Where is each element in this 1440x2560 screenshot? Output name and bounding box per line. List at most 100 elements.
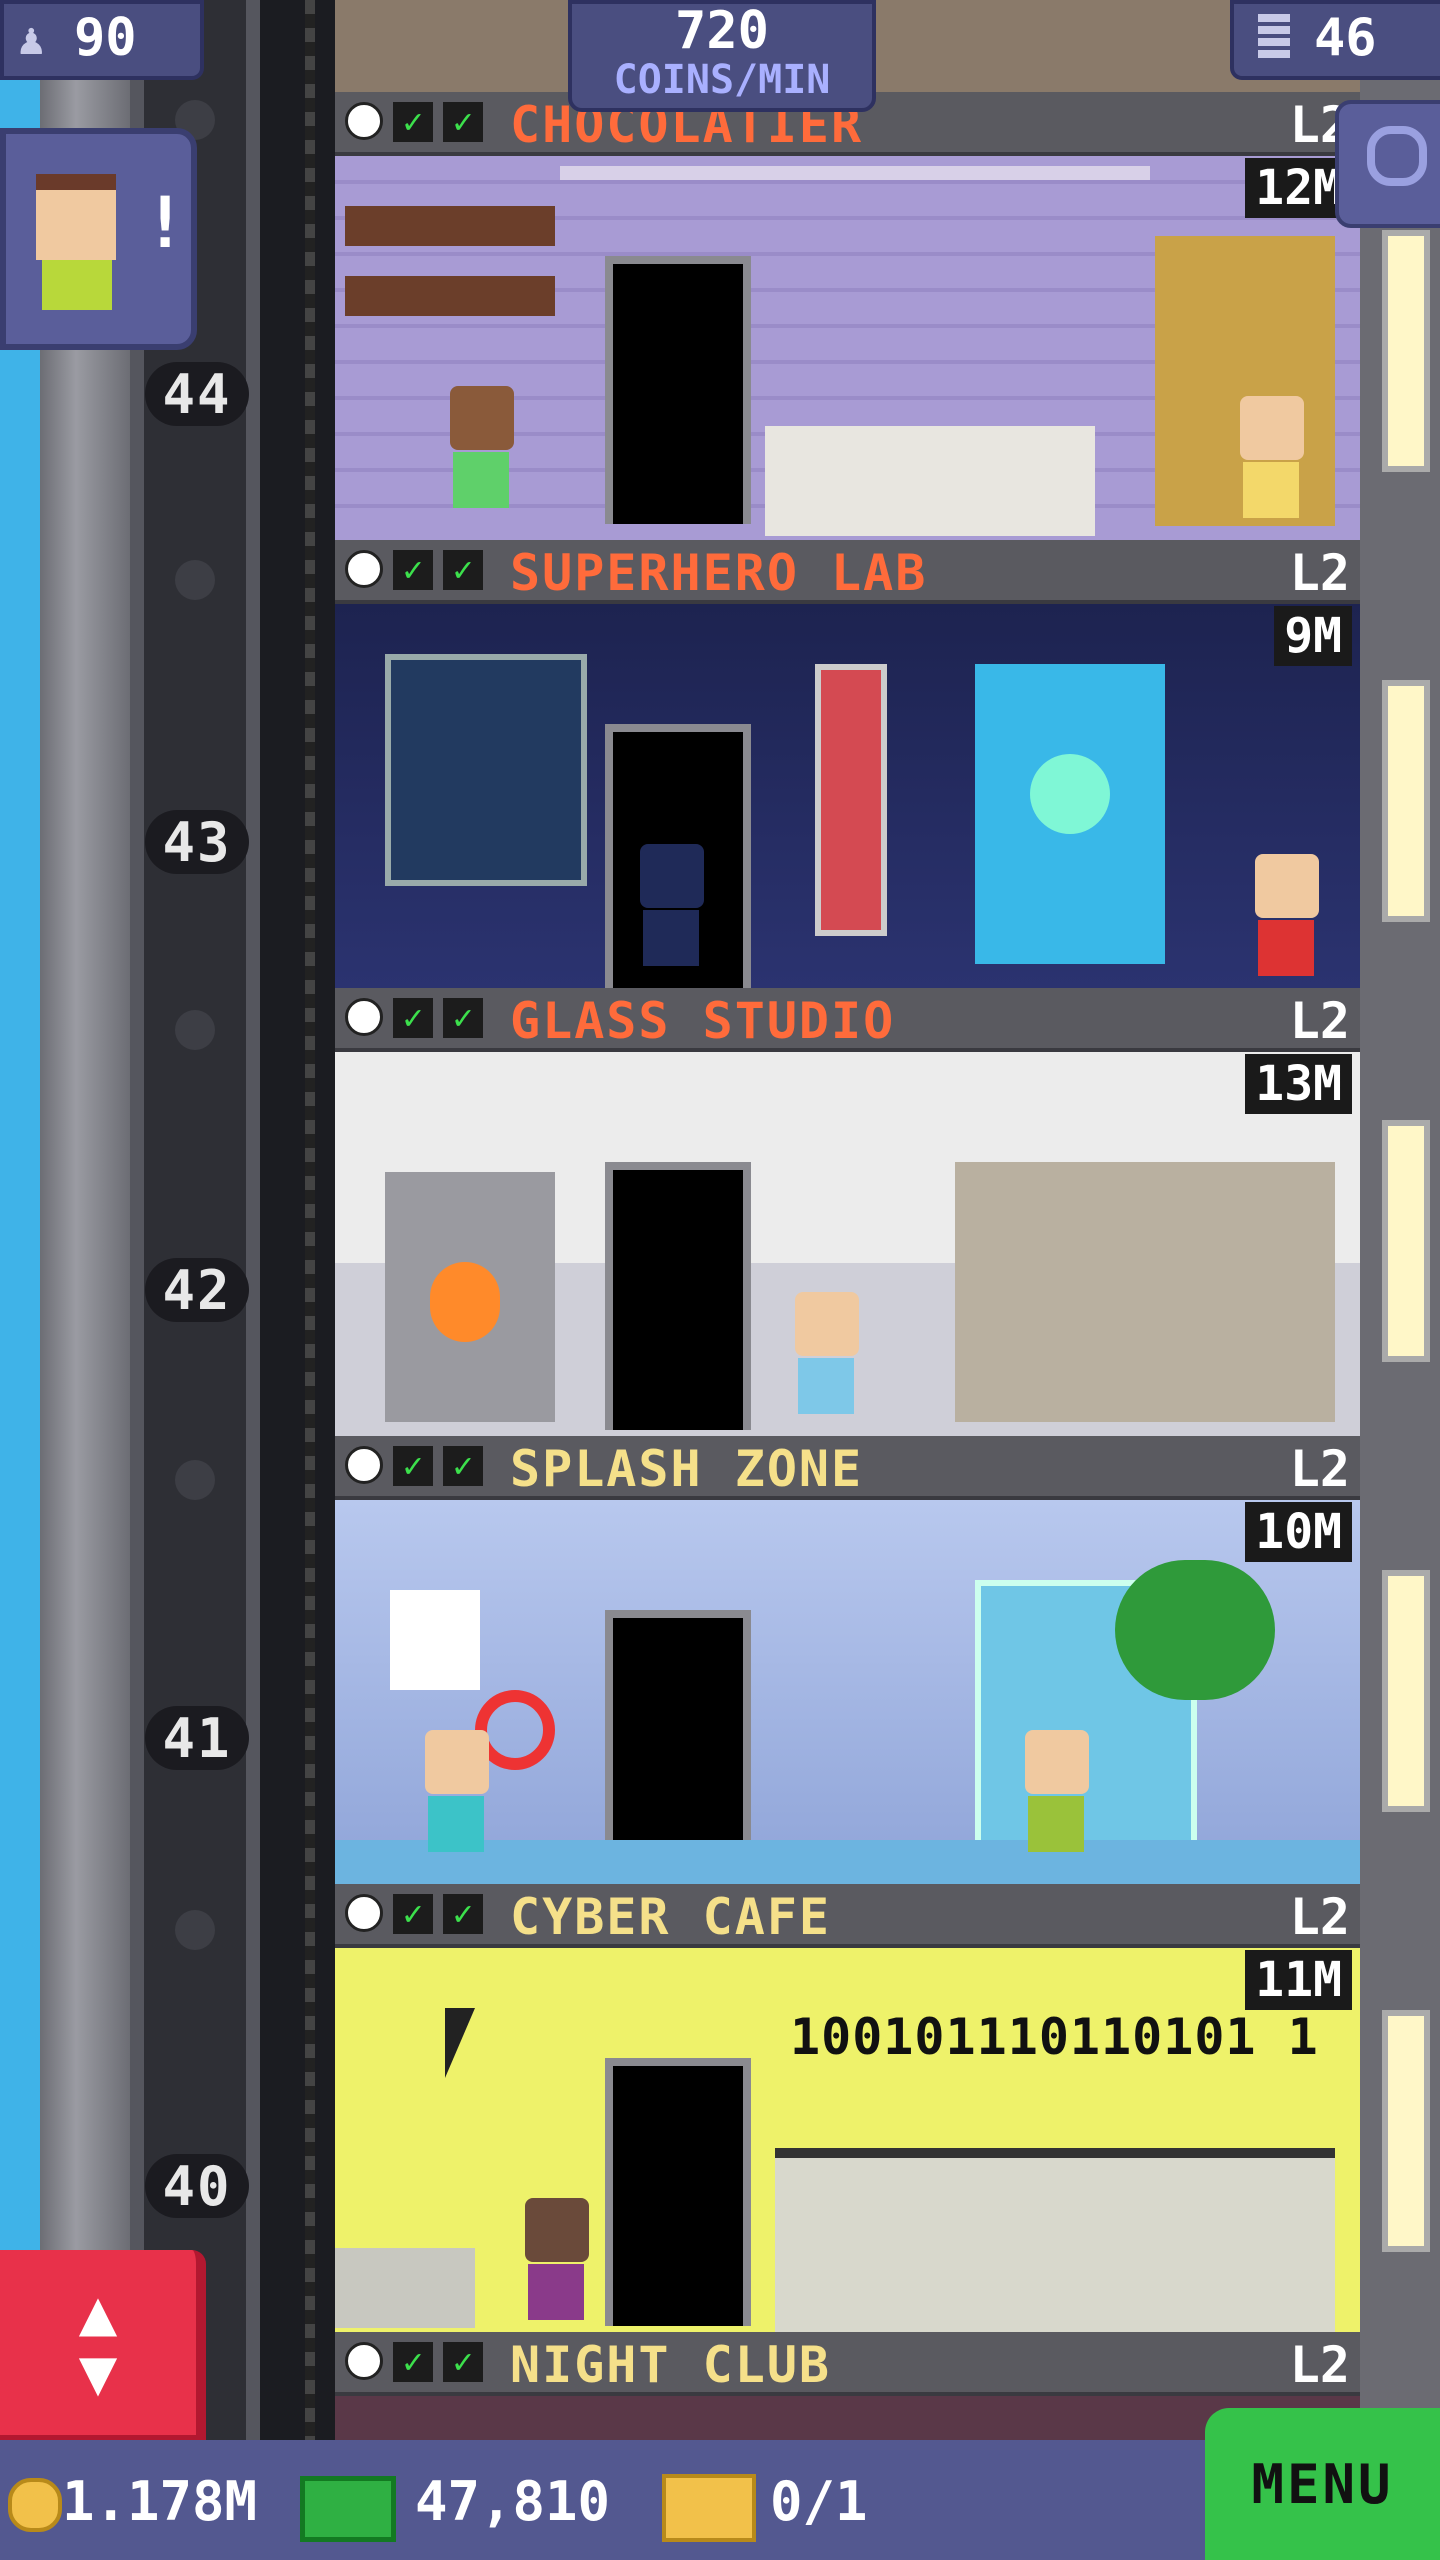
bux-icon	[300, 2476, 396, 2542]
building-icon	[1258, 14, 1290, 62]
menu-button[interactable]: MENU	[1205, 2408, 1440, 2560]
check-icon: ✓	[443, 998, 483, 1038]
floor-level: L2	[1289, 992, 1350, 1050]
room-interior: 100101110110101 1	[335, 1948, 1360, 2332]
shelf	[345, 276, 555, 316]
room-interior	[335, 1500, 1360, 1884]
check-icon: ✓	[443, 2342, 483, 2382]
floor-title-bar: ✓ ✓ GLASS STUDIO L2	[335, 988, 1360, 1052]
window	[1382, 1120, 1430, 1362]
visitor-alert-button[interactable]: !	[0, 128, 197, 350]
floor-superhero-lab[interactable]: ✓ ✓ SUPERHERO LAB L2 9M	[335, 540, 1360, 988]
room-interior	[335, 604, 1360, 988]
floor-cyber-cafe[interactable]: ✓ ✓ CYBER CAFE L2 100101110110101 1 11M	[335, 1884, 1360, 2332]
floor-name: CYBER CAFE	[510, 1888, 832, 1946]
room-door	[605, 1162, 751, 1430]
floor-number-41: 41	[145, 1706, 249, 1770]
pool-water	[335, 1840, 1360, 1884]
cursor-icon	[445, 2008, 475, 2078]
clock-icon	[345, 1894, 383, 1932]
shaft-gear	[175, 1910, 215, 1950]
floors-count: 46	[1314, 8, 1377, 68]
computer-desk	[775, 2148, 1335, 2332]
notice-board	[390, 1590, 480, 1690]
floor-title-bar: ✓ ✓ NIGHT CLUB L2	[335, 2332, 1360, 2396]
floor-earnings: 10M	[1245, 1502, 1352, 1562]
floor-splash-zone[interactable]: ✓ ✓ SPLASH ZONE L2 10M	[335, 1436, 1360, 1884]
floor-name: NIGHT CLUB	[510, 2336, 832, 2394]
floor-number-44: 44	[145, 362, 249, 426]
search-button[interactable]	[1335, 100, 1440, 228]
clock-icon	[345, 102, 383, 140]
hologram-emblem	[1030, 754, 1110, 834]
check-icon: ✓	[443, 102, 483, 142]
population-pill[interactable]: ♟ 90	[0, 0, 204, 80]
magnifier-icon	[1367, 126, 1427, 186]
pipe	[560, 166, 1150, 180]
floor-title-bar: ✓ ✓ CYBER CAFE L2	[335, 1884, 1360, 1948]
window	[1382, 680, 1430, 922]
room-interior	[335, 1052, 1360, 1436]
coins-rate-pill: 720 COINS/MIN	[568, 0, 876, 112]
floor-number-40: 40	[145, 2154, 249, 2218]
check-icon: ✓	[393, 1446, 433, 1486]
person-icon: ♟	[18, 14, 45, 65]
room-interior	[335, 156, 1360, 540]
check-icon: ✓	[393, 998, 433, 1038]
floor-name: SPLASH ZONE	[510, 1440, 864, 1498]
floor-earnings: 13M	[1245, 1054, 1352, 1114]
clock-icon	[345, 2342, 383, 2380]
visitor-alert-mark: !	[144, 182, 187, 264]
room-door	[605, 256, 751, 524]
check-icon: ✓	[393, 550, 433, 590]
shelf	[345, 206, 555, 246]
floor-level: L2	[1289, 2336, 1350, 2394]
elevator-button[interactable]: ▲ ▼	[0, 2250, 206, 2445]
floor-glass-studio[interactable]: ✓ ✓ GLASS STUDIO L2 13M	[335, 988, 1360, 1436]
window	[1382, 2010, 1430, 2252]
ticket-icon	[662, 2474, 756, 2542]
check-icon: ✓	[443, 1446, 483, 1486]
floor-name: GLASS STUDIO	[510, 992, 896, 1050]
building-right-wall	[1360, 0, 1440, 2450]
counter	[765, 426, 1095, 536]
window	[1382, 230, 1430, 472]
coins-amount: 1.178M	[62, 2470, 258, 2533]
shaft-gear	[175, 1460, 215, 1500]
clock-icon	[345, 1446, 383, 1484]
up-down-arrows-icon: ▲ ▼	[78, 2275, 118, 2410]
clock-icon	[345, 550, 383, 588]
floors-pill[interactable]: 46	[1230, 0, 1440, 80]
palm-tree	[1115, 1560, 1275, 1700]
floor-earnings: 9M	[1274, 606, 1352, 666]
check-icon: ✓	[393, 102, 433, 142]
building-left-wall	[40, 0, 130, 2560]
coin-icon	[8, 2478, 62, 2532]
window	[1382, 1570, 1430, 1812]
visitor-avatar	[36, 174, 116, 260]
floor-number-43: 43	[145, 810, 249, 874]
floor-level: L2	[1289, 1888, 1350, 1946]
coins-rate-label: COINS/MIN	[613, 57, 831, 103]
dna-tube	[815, 664, 887, 936]
check-icon: ✓	[393, 2342, 433, 2382]
clock-icon	[345, 998, 383, 1036]
tickets-count: 0/1	[770, 2470, 868, 2533]
floor-chocolatier[interactable]: ✓ ✓ CHOCOLATIER L2 12M	[335, 92, 1360, 540]
population-count: 90	[74, 8, 137, 68]
coins-rate-value: 720	[675, 1, 769, 61]
floor-level: L2	[1289, 544, 1350, 602]
shaft-gear	[175, 560, 215, 600]
floor-level: L2	[1289, 1440, 1350, 1498]
check-icon: ✓	[443, 1894, 483, 1934]
floor-earnings: 11M	[1245, 1950, 1352, 2010]
shaft-rail-right	[246, 0, 260, 2450]
bux-amount: 47,810	[415, 2470, 611, 2533]
reception-desk	[335, 2248, 475, 2328]
binary-text: 100101110110101 1	[790, 2008, 1319, 2066]
floor-title-bar: ✓ ✓ SPLASH ZONE L2	[335, 1436, 1360, 1500]
furnace-fire	[430, 1262, 500, 1342]
room-door	[605, 1610, 751, 1878]
check-icon: ✓	[393, 1894, 433, 1934]
shaft-gear	[175, 1010, 215, 1050]
